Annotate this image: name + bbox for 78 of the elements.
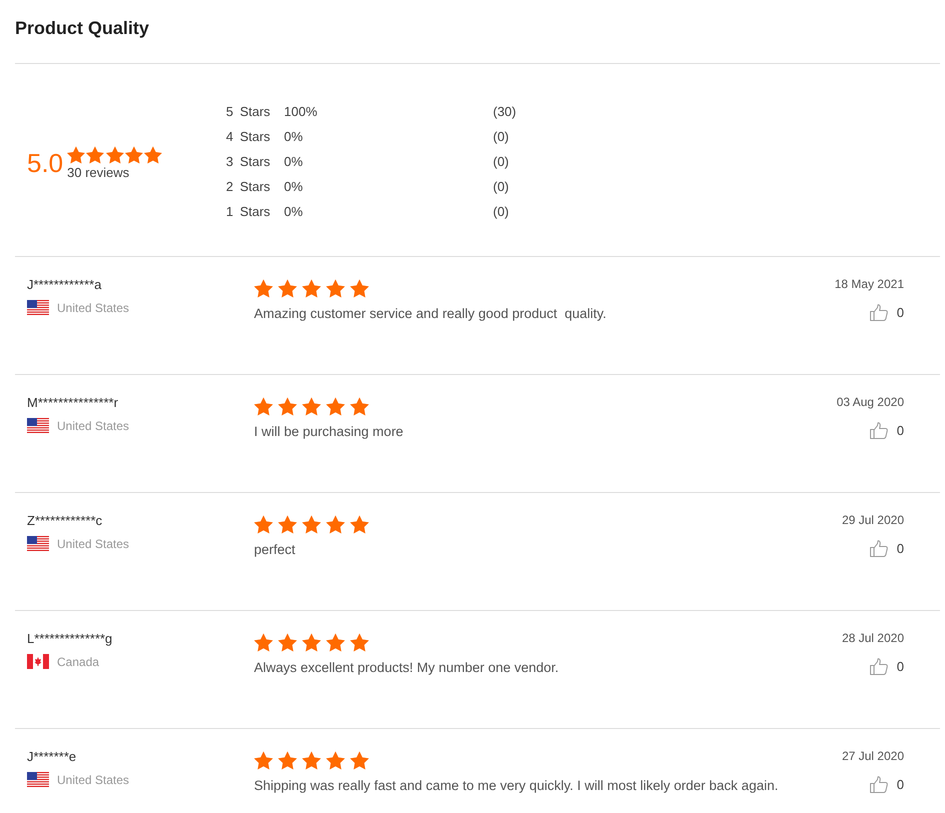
star-icon xyxy=(350,279,369,298)
reviewer-name: J************a xyxy=(27,276,102,294)
country-name: United States xyxy=(57,300,130,314)
reviewer-name: J*******e xyxy=(27,748,76,766)
thumbs-up-icon xyxy=(870,540,888,557)
reviewer-name: M***************r xyxy=(27,394,118,412)
thumbs-up-icon xyxy=(870,422,888,439)
star-icon xyxy=(254,633,273,652)
country-name: Canada xyxy=(57,654,100,668)
star-icon xyxy=(254,515,273,534)
review-date: 18 May 2021 xyxy=(834,276,904,292)
star-icon xyxy=(326,397,345,416)
star-icon xyxy=(302,751,321,770)
review-date: 03 Aug 2020 xyxy=(836,394,904,410)
star-icon xyxy=(326,279,345,298)
star-level-label: 4 Stars xyxy=(226,129,270,144)
percent-text: 100% xyxy=(284,104,318,119)
star-icon xyxy=(144,146,162,164)
count-text: (0) xyxy=(493,204,509,219)
star-icon xyxy=(278,633,297,652)
star-level-label: 2 Stars xyxy=(226,179,270,194)
like-button[interactable]: 0 xyxy=(870,540,904,557)
like-button[interactable]: 0 xyxy=(870,422,904,439)
reviewer-name: L**************g xyxy=(27,630,112,648)
thumbs-up-icon xyxy=(870,776,888,793)
star-icon xyxy=(350,751,369,770)
star-icon xyxy=(278,397,297,416)
review-date: 29 Jul 2020 xyxy=(842,512,904,528)
star-icon xyxy=(254,279,273,298)
star-icon xyxy=(350,515,369,534)
star-icon xyxy=(326,633,345,652)
percent-text: 0% xyxy=(284,154,303,169)
review-date: 28 Jul 2020 xyxy=(842,630,904,646)
percent-text: 0% xyxy=(284,204,303,219)
average-score: 5.0 xyxy=(27,148,64,178)
review-text: I will be purchasing more xyxy=(254,423,404,441)
percent-text: 0% xyxy=(284,179,303,194)
country-name: United States xyxy=(57,536,130,550)
country-name: United States xyxy=(57,418,130,432)
reviewer-name: Z************c xyxy=(27,512,102,530)
count-text: (0) xyxy=(493,129,509,144)
star-icon xyxy=(278,515,297,534)
review-text: Always excellent products! My number one vendor. xyxy=(254,659,559,677)
star-icon xyxy=(350,633,369,652)
star-level-label: 1 Stars xyxy=(226,204,270,219)
star-icon xyxy=(302,515,321,534)
review-text: Amazing customer service and really good product quality. xyxy=(254,305,606,323)
star-icon xyxy=(302,279,321,298)
star-icon xyxy=(106,146,124,164)
count-text: (0) xyxy=(493,154,509,169)
review-text: Shipping was really fast and came to me very quickly. I will most likely order back again. xyxy=(254,777,778,795)
star-icon xyxy=(326,751,345,770)
star-icon xyxy=(302,633,321,652)
thumbs-up-icon xyxy=(870,658,888,675)
review-date: 27 Jul 2020 xyxy=(842,748,904,764)
like-button[interactable]: 0 xyxy=(870,658,904,675)
star-level-label: 3 Stars xyxy=(226,154,270,169)
thumbs-up-icon xyxy=(870,304,888,321)
star-icon xyxy=(125,146,144,164)
star-icon xyxy=(326,515,345,534)
like-button[interactable]: 0 xyxy=(870,776,904,793)
star-icon xyxy=(350,397,369,416)
star-icon xyxy=(254,751,273,770)
star-icon xyxy=(254,397,273,416)
star-icon xyxy=(86,146,104,164)
count-text: (0) xyxy=(493,179,509,194)
count-text: (30) xyxy=(493,104,516,119)
star-icon xyxy=(67,146,86,164)
star-icon xyxy=(278,279,297,298)
review-count: 30 reviews xyxy=(67,165,130,180)
like-button[interactable]: 0 xyxy=(870,304,904,321)
section-title: Product Quality xyxy=(15,17,150,39)
star-icon xyxy=(278,751,297,770)
percent-text: 0% xyxy=(284,129,303,144)
review-text: perfect xyxy=(254,541,296,559)
star-level-label: 5 Stars xyxy=(226,104,270,119)
country-name: United States xyxy=(57,772,130,786)
star-icon xyxy=(302,397,321,416)
